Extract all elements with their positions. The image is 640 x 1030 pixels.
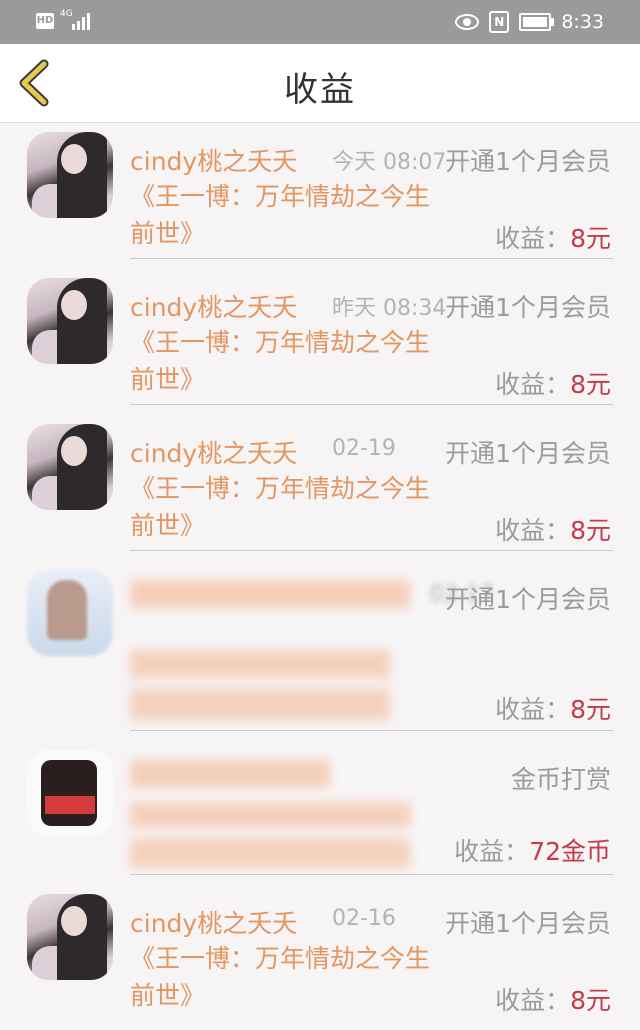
- clock: 8:33: [561, 11, 604, 33]
- income-amount: 72金币: [529, 837, 611, 866]
- transaction-type: 金币打赏: [510, 765, 611, 794]
- avatar: [27, 570, 113, 656]
- user-name: cindy桃之夭夭: [130, 147, 298, 176]
- timestamp: 02-16: [332, 906, 396, 931]
- transaction-type: 开通1个月会员: [445, 439, 611, 468]
- income-line: 收益：8元: [495, 981, 611, 1017]
- book-title: 《王一博：万年情劫之今生前世》: [130, 474, 431, 540]
- network-type: 4G: [60, 9, 73, 19]
- divider: [130, 404, 613, 405]
- income-label: 收益：: [495, 516, 571, 545]
- list-item[interactable]: cindy桃之夭夭 昨天 08:34 开通1个月会员 《王一博：万年情劫之今生前…: [0, 268, 640, 414]
- income-label: 收益：: [495, 224, 571, 253]
- timestamp: 昨天 08:34: [332, 296, 447, 321]
- book-title: 《王一博：万年情劫之今生前世》: [130, 944, 431, 1010]
- list-item[interactable]: cindy桃之夭夭 今天 08:07 开通1个月会员 《王一博：万年情劫之今生前…: [0, 122, 640, 268]
- eye-comfort-icon: [455, 14, 480, 30]
- book-title-redacted: [130, 802, 410, 868]
- income-label: 收益：: [454, 837, 530, 866]
- transaction-type: 开通1个月会员: [445, 585, 611, 614]
- user-name: cindy桃之夭夭: [130, 293, 298, 322]
- income-amount: 8元: [570, 986, 611, 1015]
- avatar: [27, 132, 113, 218]
- income-amount: 8元: [570, 516, 611, 545]
- nfc-icon: N: [489, 11, 510, 33]
- divider: [130, 730, 613, 731]
- book-title: 《王一博：万年情劫之今生前世》: [130, 328, 431, 394]
- income-line: 收益：8元: [495, 219, 611, 255]
- list-item[interactable]: 02-17 开通1个月会员 收益：8元: [0, 560, 640, 740]
- transaction-type: 开通1个月会员: [445, 909, 611, 938]
- income-line: 收益：8元: [495, 690, 611, 726]
- income-list: cindy桃之夭夭 今天 08:07 开通1个月会员 《王一博：万年情劫之今生前…: [0, 122, 640, 1030]
- income-label: 收益：: [495, 370, 571, 399]
- avatar: [27, 424, 113, 510]
- user-name-redacted: [130, 760, 330, 788]
- user-name-redacted: [130, 580, 410, 608]
- list-item[interactable]: cindy桃之夭夭 02-16 开通1个月会员 《王一博：万年情劫之今生前世》 …: [0, 884, 640, 1030]
- income-amount: 8元: [570, 370, 611, 399]
- divider: [130, 258, 613, 259]
- user-name: cindy桃之夭夭: [130, 439, 298, 468]
- income-line: 收益：8元: [495, 511, 611, 547]
- income-line: 收益：8元: [495, 365, 611, 401]
- timestamp: 02-19: [332, 436, 396, 461]
- book-title-redacted: [130, 650, 390, 720]
- income-label: 收益：: [495, 986, 571, 1015]
- user-name: cindy桃之夭夭: [130, 909, 298, 938]
- list-item[interactable]: 金币打赏 收益：72金币: [0, 740, 640, 884]
- transaction-type: 开通1个月会员: [445, 147, 611, 176]
- avatar: [27, 278, 113, 364]
- income-label: 收益：: [495, 695, 571, 724]
- divider: [130, 550, 613, 551]
- timestamp: 今天 08:07: [332, 150, 447, 175]
- app-bar: 收益: [0, 44, 640, 123]
- page-title: 收益: [284, 70, 356, 110]
- income-amount: 8元: [570, 695, 611, 724]
- status-bar: HD 4G N 8:33: [0, 0, 640, 44]
- income-line: 收益：72金币: [454, 832, 611, 868]
- hd-indicator: HD: [36, 13, 54, 29]
- income-amount: 8元: [570, 224, 611, 253]
- divider: [130, 874, 613, 875]
- list-item[interactable]: cindy桃之夭夭 02-19 开通1个月会员 《王一博：万年情劫之今生前世》 …: [0, 414, 640, 560]
- transaction-type: 开通1个月会员: [445, 293, 611, 322]
- book-title: 《王一博：万年情劫之今生前世》: [130, 182, 431, 248]
- battery-icon: [519, 13, 555, 31]
- avatar: [27, 750, 113, 836]
- avatar: [27, 894, 113, 980]
- signal-icon: [72, 13, 90, 30]
